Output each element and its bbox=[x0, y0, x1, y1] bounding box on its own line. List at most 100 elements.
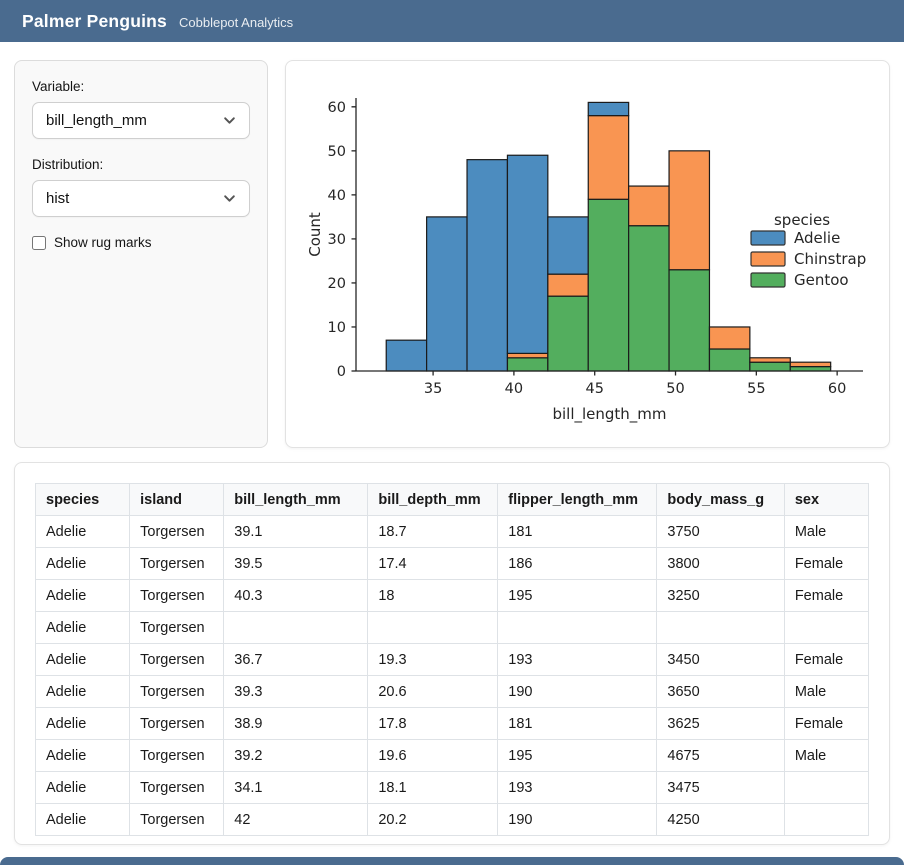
legend-title: species bbox=[774, 211, 830, 229]
distribution-label: Distribution: bbox=[32, 157, 250, 172]
table-cell: 40.3 bbox=[224, 580, 368, 612]
footer-bar bbox=[0, 857, 904, 865]
table-cell: Torgersen bbox=[130, 644, 224, 676]
table-row: AdelieTorgersen34.118.11933475 bbox=[36, 772, 869, 804]
bar-segment-chinstrap bbox=[790, 362, 830, 366]
table-cell: 193 bbox=[498, 772, 657, 804]
legend-label-chinstrap: Chinstrap bbox=[794, 250, 866, 268]
table-cell: Male bbox=[784, 740, 868, 772]
table-cell: 39.5 bbox=[224, 548, 368, 580]
table-cell: 4250 bbox=[657, 804, 784, 836]
table-card: speciesislandbill_length_mmbill_depth_mm… bbox=[14, 462, 890, 845]
table-cell: Adelie bbox=[36, 708, 130, 740]
table-cell: 3800 bbox=[657, 548, 784, 580]
data-table: speciesislandbill_length_mmbill_depth_mm… bbox=[35, 483, 869, 836]
table-row: AdelieTorgersen39.118.71813750Male bbox=[36, 516, 869, 548]
table-cell: Male bbox=[784, 676, 868, 708]
y-tick-label: 60 bbox=[328, 100, 346, 116]
table-cell bbox=[784, 772, 868, 804]
table-header: speciesislandbill_length_mmbill_depth_mm… bbox=[36, 484, 869, 516]
legend-label-adelie: Adelie bbox=[794, 229, 840, 247]
chevron-down-icon bbox=[223, 114, 236, 127]
x-tick-label: 60 bbox=[828, 381, 846, 397]
legend-swatch-adelie bbox=[751, 231, 785, 245]
table-row: AdelieTorgersen39.517.41863800Female bbox=[36, 548, 869, 580]
table-body: AdelieTorgersen39.118.71813750MaleAdelie… bbox=[36, 516, 869, 836]
table-cell: Female bbox=[784, 644, 868, 676]
table-cell: Torgersen bbox=[130, 580, 224, 612]
table-cell bbox=[784, 804, 868, 836]
show-rug-label: Show rug marks bbox=[54, 235, 152, 250]
table-cell: 195 bbox=[498, 580, 657, 612]
chevron-down-icon bbox=[223, 192, 236, 205]
table-cell: Adelie bbox=[36, 676, 130, 708]
y-tick-label: 20 bbox=[328, 276, 346, 292]
variable-select[interactable]: bill_length_mm bbox=[32, 102, 250, 139]
bar-segment-adelie bbox=[386, 340, 426, 371]
table-cell: 190 bbox=[498, 804, 657, 836]
table-cell: Adelie bbox=[36, 612, 130, 644]
legend-swatch-chinstrap bbox=[751, 252, 785, 266]
table-cell bbox=[368, 612, 498, 644]
column-header: island bbox=[130, 484, 224, 516]
table-cell: Torgersen bbox=[130, 612, 224, 644]
table-cell: 17.4 bbox=[368, 548, 498, 580]
table-cell: 193 bbox=[498, 644, 657, 676]
table-cell: 39.3 bbox=[224, 676, 368, 708]
table-cell: Female bbox=[784, 548, 868, 580]
table-row: AdelieTorgersen39.320.61903650Male bbox=[36, 676, 869, 708]
bar-segment-chinstrap bbox=[548, 274, 588, 296]
column-header: flipper_length_mm bbox=[498, 484, 657, 516]
x-tick-label: 55 bbox=[747, 381, 765, 397]
main-content: Variable: bill_length_mm Distribution: h… bbox=[0, 42, 904, 845]
bar-segment-adelie bbox=[588, 102, 628, 115]
table-cell: 39.1 bbox=[224, 516, 368, 548]
table-cell: Adelie bbox=[36, 804, 130, 836]
variable-select-value: bill_length_mm bbox=[46, 112, 147, 129]
table-cell: 36.7 bbox=[224, 644, 368, 676]
column-header: body_mass_g bbox=[657, 484, 784, 516]
table-cell: 18.7 bbox=[368, 516, 498, 548]
table-cell: 190 bbox=[498, 676, 657, 708]
table-cell: Female bbox=[784, 708, 868, 740]
table-row: AdelieTorgersen4220.21904250 bbox=[36, 804, 869, 836]
variable-label: Variable: bbox=[32, 79, 250, 94]
table-cell: Adelie bbox=[36, 548, 130, 580]
table-row: AdelieTorgersen bbox=[36, 612, 869, 644]
table-cell: 186 bbox=[498, 548, 657, 580]
bar-segment-adelie bbox=[467, 160, 507, 371]
table-cell: 42 bbox=[224, 804, 368, 836]
table-cell bbox=[498, 612, 657, 644]
column-header: bill_depth_mm bbox=[368, 484, 498, 516]
x-tick-label: 45 bbox=[585, 381, 603, 397]
show-rug-checkbox[interactable] bbox=[32, 236, 46, 250]
histogram-svg: 3540455055600102030405060bill_length_mmC… bbox=[286, 61, 889, 447]
y-tick-label: 0 bbox=[337, 364, 346, 380]
x-tick-label: 40 bbox=[505, 381, 523, 397]
legend-label-gentoo: Gentoo bbox=[794, 271, 849, 289]
column-header: species bbox=[36, 484, 130, 516]
table-cell: Female bbox=[784, 580, 868, 612]
bar-segment-chinstrap bbox=[750, 358, 790, 362]
table-cell bbox=[224, 612, 368, 644]
table-cell: Torgersen bbox=[130, 516, 224, 548]
bar-segment-gentoo bbox=[548, 296, 588, 371]
table-cell: Adelie bbox=[36, 580, 130, 612]
distribution-select-value: hist bbox=[46, 190, 69, 207]
bar-segment-chinstrap bbox=[588, 116, 628, 200]
table-cell: Male bbox=[784, 516, 868, 548]
table-cell: 3625 bbox=[657, 708, 784, 740]
table-cell: 181 bbox=[498, 708, 657, 740]
table-cell: Adelie bbox=[36, 644, 130, 676]
table-cell: Torgersen bbox=[130, 772, 224, 804]
table-cell: 18.1 bbox=[368, 772, 498, 804]
y-tick-label: 30 bbox=[328, 232, 346, 248]
table-cell: 195 bbox=[498, 740, 657, 772]
table-cell: 3650 bbox=[657, 676, 784, 708]
table-cell: 20.6 bbox=[368, 676, 498, 708]
table-cell bbox=[784, 612, 868, 644]
table-cell: 38.9 bbox=[224, 708, 368, 740]
distribution-select[interactable]: hist bbox=[32, 180, 250, 217]
bar-segment-adelie bbox=[427, 217, 467, 371]
bar-segment-chinstrap bbox=[629, 186, 669, 226]
